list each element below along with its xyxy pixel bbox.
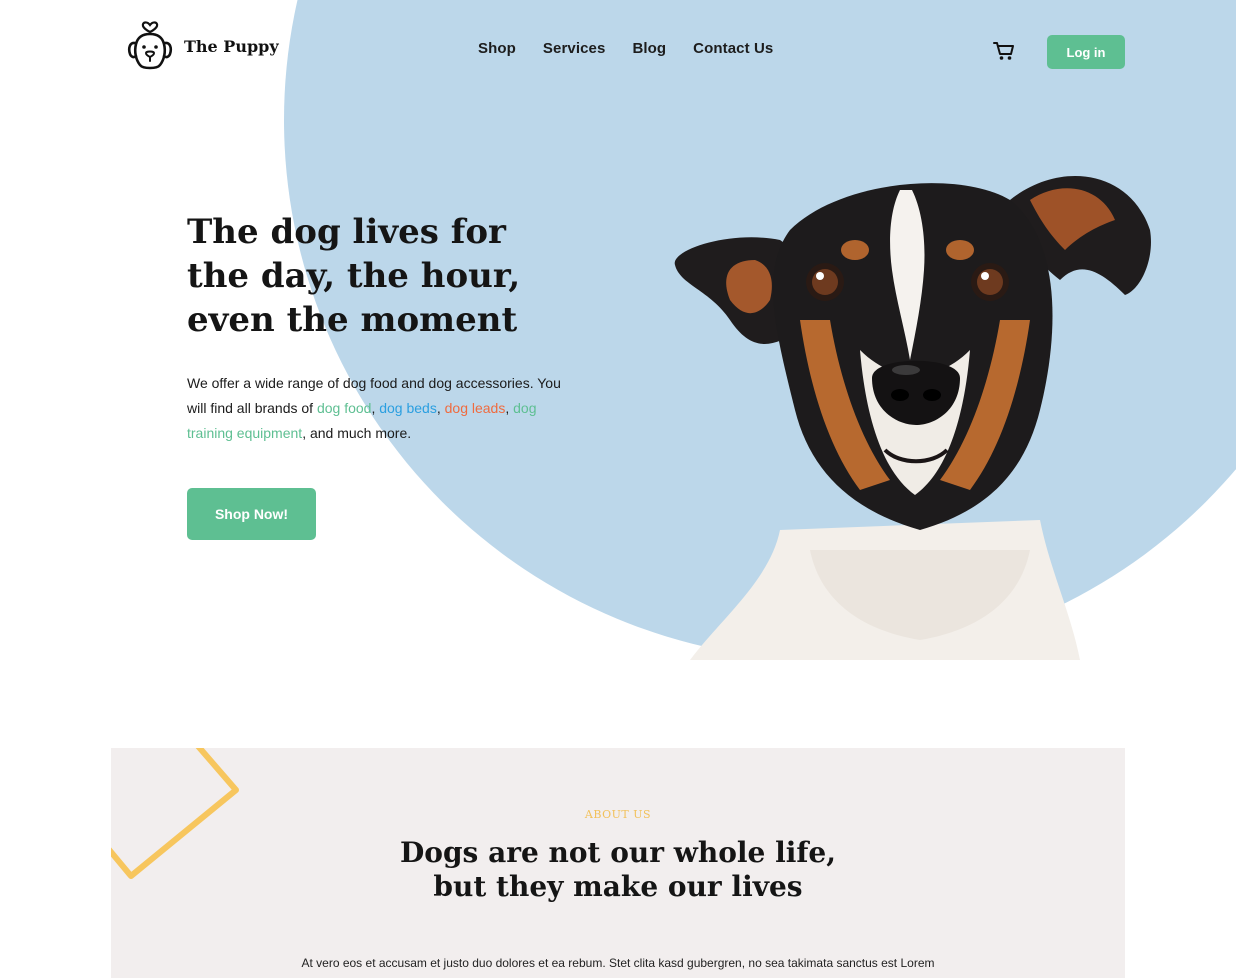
dog-heart-icon [126, 16, 174, 72]
cart-icon[interactable] [992, 40, 1016, 62]
nav-blog[interactable]: Blog [632, 40, 666, 57]
brand-name: The Puppy [184, 36, 279, 56]
login-button[interactable]: Log in [1047, 35, 1125, 69]
about-text: At vero eos et accusam et justo duo dolo… [301, 956, 935, 970]
about-section: ABOUT US Dogs are not our whole life, bu… [111, 748, 1125, 978]
about-title-line-1: Dogs are not our whole life, [400, 836, 836, 869]
hero-title: The dog lives for the day, the hour, eve… [187, 212, 521, 340]
nav-contact-us[interactable]: Contact Us [693, 40, 773, 57]
hero-desc-sep: , [436, 400, 445, 416]
link-dog-leads[interactable]: dog leads [445, 400, 506, 416]
shop-now-button[interactable]: Shop Now! [187, 488, 316, 540]
about-title-line-2: but they make our lives [433, 870, 803, 903]
hero-desc-sep: , [505, 400, 514, 416]
header: The Puppy Shop Services Blog Contact Us … [0, 0, 1236, 100]
hero-description: We offer a wide range of dog food and do… [187, 371, 567, 446]
nav-services[interactable]: Services [543, 40, 606, 57]
main-nav: Shop Services Blog Contact Us [478, 40, 773, 57]
page: The Puppy Shop Services Blog Contact Us … [0, 0, 1236, 978]
link-dog-food[interactable]: dog food [317, 400, 372, 416]
about-title: Dogs are not our whole life, but they ma… [111, 836, 1125, 904]
hero-desc-outro: , and much more. [302, 425, 412, 441]
link-dog-beds[interactable]: dog beds [379, 400, 437, 416]
hero-dog-image [660, 150, 1170, 660]
about-label: ABOUT US [584, 808, 652, 821]
logo[interactable]: The Puppy [126, 16, 279, 72]
nav-shop[interactable]: Shop [478, 40, 516, 57]
